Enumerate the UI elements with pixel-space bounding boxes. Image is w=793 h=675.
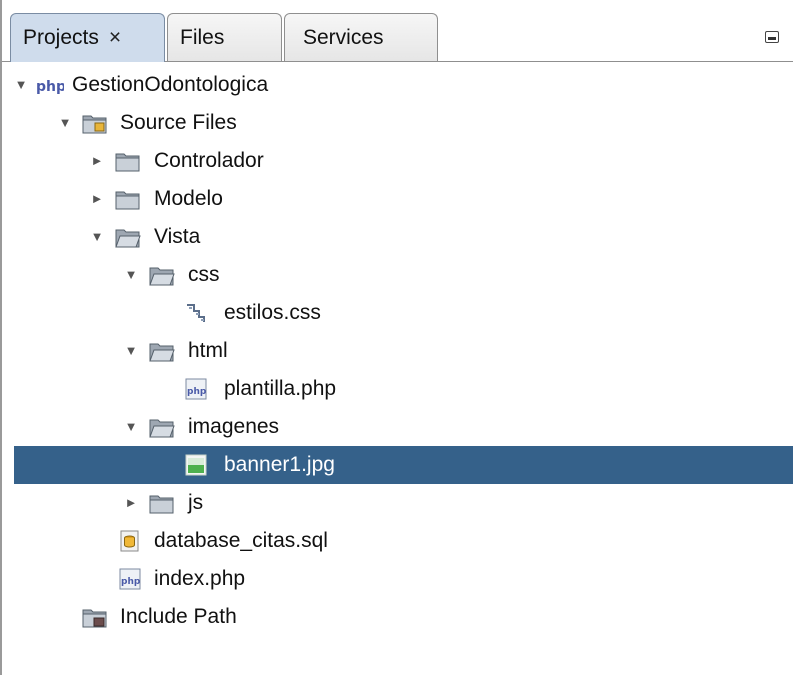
sql-file-icon: [118, 530, 142, 552]
tree-node-label: GestionOdontologica: [72, 73, 269, 96]
open-folder-icon: [149, 416, 175, 438]
tab-files-label: Files: [180, 25, 225, 49]
tree-node-label: database_citas.sql: [154, 529, 328, 552]
minimize-window-icon[interactable]: [765, 31, 779, 43]
tree-node-label: index.php: [154, 567, 246, 590]
tree-node-label: Source Files: [120, 111, 237, 134]
expanded-triangle-icon[interactable]: ▼: [124, 344, 138, 358]
expanded-triangle-icon[interactable]: ▼: [124, 420, 138, 434]
image-file-icon: [184, 454, 208, 476]
php-project-icon: php: [36, 74, 64, 96]
expanded-triangle-icon[interactable]: ▼: [124, 268, 138, 282]
tab-services-label: Services: [303, 25, 384, 49]
tree-node-css[interactable]: ▼ css: [14, 256, 793, 294]
tree-node-html[interactable]: ▼ html: [14, 332, 793, 370]
collapsed-triangle-icon[interactable]: ►: [124, 496, 138, 510]
folder-icon: [115, 188, 140, 210]
svg-text:php: php: [187, 387, 207, 397]
tree-node-label: Modelo: [154, 187, 223, 210]
tree-node-label: plantilla.php: [224, 377, 337, 400]
tree-node-label: Include Path: [120, 605, 237, 628]
collapsed-triangle-icon[interactable]: ►: [90, 154, 104, 168]
php-file-icon: php: [184, 378, 208, 400]
tree-node-label: imagenes: [188, 415, 280, 438]
tree-node-database-citas-sql[interactable]: database_citas.sql: [14, 522, 793, 560]
tree-node-label: estilos.css: [224, 301, 321, 324]
tree-node-label: Vista: [154, 225, 201, 248]
expanded-triangle-icon[interactable]: ▼: [14, 78, 28, 92]
tree-node-plantilla-php[interactable]: php plantilla.php: [14, 370, 793, 408]
open-folder-icon: [115, 226, 141, 248]
tree-node-label: banner1.jpg: [224, 453, 335, 476]
library-icon: [82, 606, 107, 628]
svg-text:php: php: [121, 577, 141, 587]
close-icon[interactable]: ×: [109, 26, 121, 50]
tree-node-include-path[interactable]: Include Path: [14, 598, 793, 636]
expanded-triangle-icon[interactable]: ▼: [58, 116, 72, 130]
php-file-icon: php: [118, 568, 142, 590]
source-package-folder-icon: [82, 112, 107, 134]
collapsed-triangle-icon[interactable]: ►: [90, 192, 104, 206]
tree-node-project-root[interactable]: ▼ php GestionOdontologica: [14, 66, 793, 104]
tab-projects[interactable]: Projects ×: [10, 13, 165, 62]
css-file-icon: [184, 302, 208, 324]
open-folder-icon: [149, 340, 175, 362]
folder-icon: [115, 150, 140, 172]
svg-text:php: php: [36, 79, 64, 95]
open-folder-icon: [149, 264, 175, 286]
tree-node-js[interactable]: ► js: [14, 484, 793, 522]
tree-node-controlador[interactable]: ► Controlador: [14, 142, 793, 180]
tab-files[interactable]: Files: [167, 13, 282, 61]
tree-node-label: html: [188, 339, 228, 362]
tab-services[interactable]: Services: [284, 13, 438, 61]
tree-node-modelo[interactable]: ► Modelo: [14, 180, 793, 218]
tab-projects-label: Projects: [23, 26, 99, 49]
tree-node-label: Controlador: [154, 149, 264, 172]
tree-node-label: css: [188, 263, 220, 286]
tree-node-index-php[interactable]: php index.php: [14, 560, 793, 598]
projects-panel: Projects × Files Services ▼ php GestionO…: [0, 0, 793, 675]
tree-node-imagenes[interactable]: ▼ imagenes: [14, 408, 793, 446]
tree-node-banner1-jpg[interactable]: banner1.jpg: [14, 446, 793, 484]
tree-node-source-files[interactable]: ▼ Source Files: [14, 104, 793, 142]
tree-node-label: js: [188, 491, 204, 514]
tab-bar: Projects × Files Services: [2, 0, 793, 62]
expanded-triangle-icon[interactable]: ▼: [90, 230, 104, 244]
folder-icon: [149, 492, 174, 514]
tree-node-estilos-css[interactable]: estilos.css: [14, 294, 793, 332]
tree-node-vista[interactable]: ▼ Vista: [14, 218, 793, 256]
